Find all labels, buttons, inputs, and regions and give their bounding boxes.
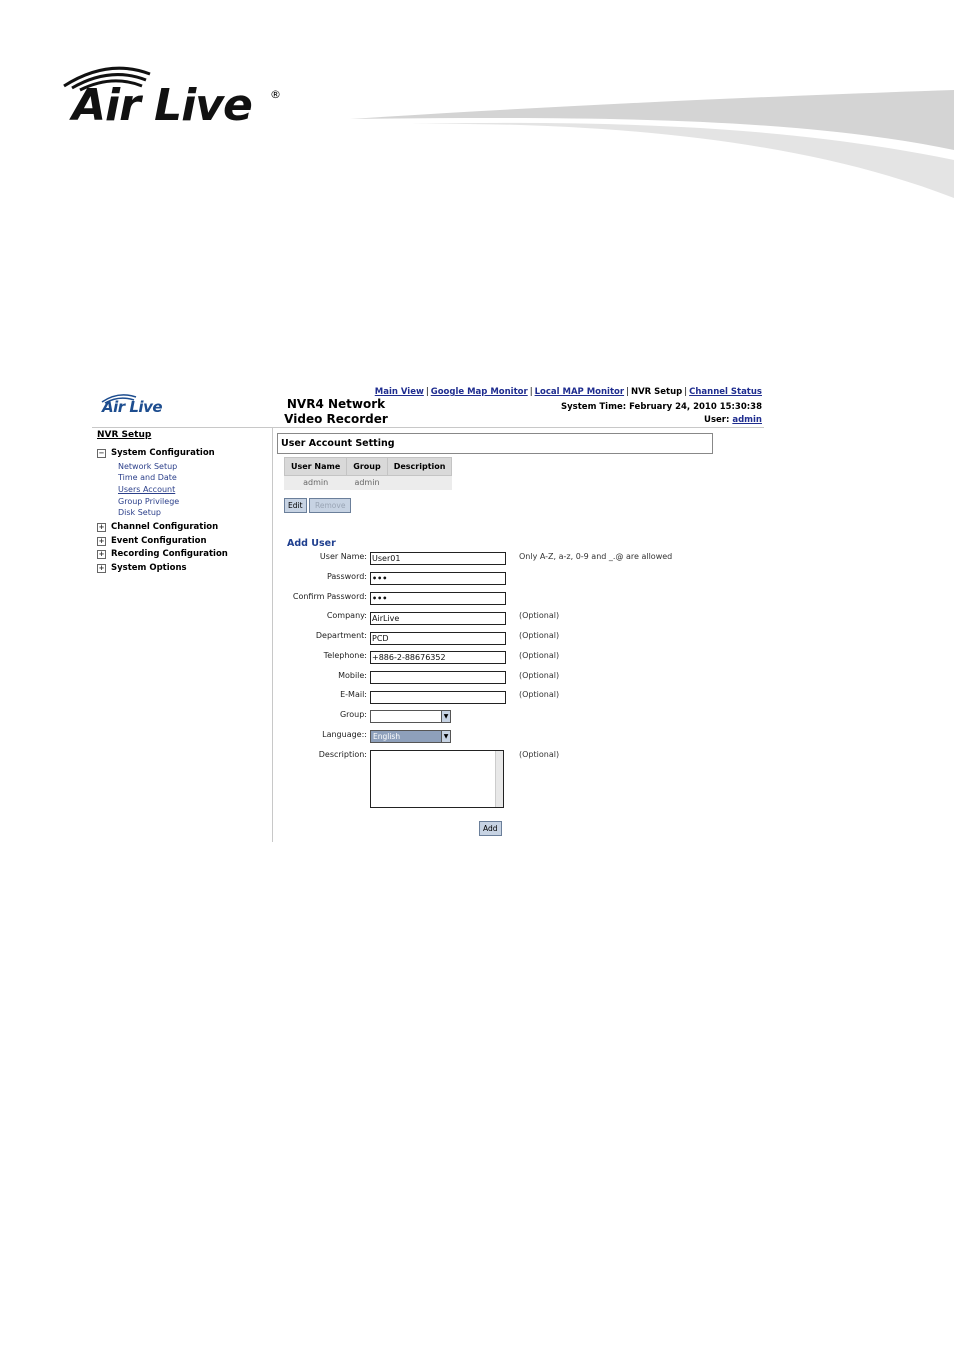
password-input[interactable]: ••• (370, 572, 506, 585)
nav-channel-status[interactable]: Channel Status (689, 387, 762, 397)
table-row[interactable]: admin admin (283, 475, 453, 490)
language-select[interactable]: English ▼ (370, 730, 451, 743)
add-button[interactable]: Add (479, 821, 502, 836)
confirm-password-input[interactable]: ••• (370, 592, 506, 605)
header-swoosh (350, 90, 954, 198)
description-optional-note: (Optional) (519, 750, 560, 759)
email-input[interactable] (370, 691, 506, 704)
confirm-password-label: Confirm Password: (292, 592, 367, 601)
col-group: Group (346, 457, 388, 476)
email-label: E-Mail: (340, 690, 367, 699)
sidebar-item-disk-setup[interactable]: Disk Setup (118, 508, 161, 517)
company-label: Company: (326, 611, 367, 620)
nvr-logo: Air Live (96, 390, 192, 420)
collapse-icon[interactable]: − (97, 448, 106, 458)
cell-description (386, 475, 453, 490)
system-time: System Time: February 24, 2010 15:30:38 (561, 402, 762, 412)
edit-button[interactable]: Edit (284, 498, 307, 513)
email-optional-note: (Optional) (519, 690, 560, 699)
sidebar-group-system-options[interactable]: + System Options (97, 563, 187, 573)
telephone-label: Telephone: (323, 651, 367, 660)
user-name-input[interactable]: User01 (370, 552, 506, 565)
mobile-label: Mobile: (338, 671, 367, 680)
department-optional-note: (Optional) (519, 631, 560, 640)
user-name-label: User Name: (319, 552, 367, 561)
registered-mark: ® (270, 88, 281, 101)
sidebar-item-group-privilege[interactable]: Group Privilege (118, 497, 179, 506)
top-nav: Main View | Google Map Monitor | Local MAP M… (374, 387, 762, 397)
sidebar-group-system-configuration[interactable]: − System Configuration (97, 448, 215, 458)
scrollbar[interactable] (495, 751, 503, 807)
sidebar-group-event-configuration[interactable]: + Event Configuration (97, 536, 207, 546)
col-description: Description (386, 457, 453, 476)
col-user-name: User Name (283, 457, 348, 476)
telephone-optional-note: (Optional) (519, 651, 560, 660)
sidebar-group-channel-configuration[interactable]: + Channel Configuration (97, 522, 218, 532)
telephone-input[interactable]: +886-2-88676352 (370, 651, 506, 664)
airlive-logo: Air Live ® (58, 62, 288, 132)
panel-title: User Account Setting (277, 433, 713, 454)
expand-icon[interactable]: + (97, 536, 106, 546)
user-name-hint: Only A-Z, a-z, 0-9 and _.@ are allowed (519, 552, 673, 561)
group-label: Group: (339, 710, 367, 719)
department-label: Department: (315, 631, 367, 640)
nav-main-view[interactable]: Main View (375, 387, 424, 397)
language-label: Language:: (322, 730, 367, 739)
nav-local-map-monitor[interactable]: Local MAP Monitor (535, 387, 625, 397)
nav-google-map-monitor[interactable]: Google Map Monitor (431, 387, 528, 397)
description-label: Description: (318, 750, 367, 759)
group-select[interactable]: ▼ (370, 710, 451, 723)
chevron-down-icon[interactable]: ▼ (441, 731, 450, 742)
expand-icon[interactable]: + (97, 522, 106, 532)
expand-icon[interactable]: + (97, 563, 106, 573)
nvr-logo-wordmark: Air Live (102, 398, 163, 416)
company-optional-note: (Optional) (519, 611, 560, 620)
company-input[interactable]: AirLive (370, 612, 506, 625)
remove-button[interactable]: Remove (309, 498, 352, 513)
user-table: User Name Group Description admin admin (283, 457, 453, 490)
current-user: User: admin (704, 415, 762, 425)
sidebar-item-time-and-date[interactable]: Time and Date (118, 473, 177, 482)
cell-group: admin (346, 475, 388, 490)
password-label: Password: (326, 572, 367, 581)
description-textarea[interactable] (370, 750, 504, 808)
mobile-input[interactable] (370, 671, 506, 684)
brand-wordmark: Air Live (72, 80, 253, 131)
nvr-screenshot: Air Live NVR4 Network Video Recorder Mai… (92, 384, 764, 842)
chevron-down-icon[interactable]: ▼ (441, 711, 450, 722)
mobile-optional-note: (Optional) (519, 671, 560, 680)
table-header-row: User Name Group Description (283, 457, 453, 476)
app-title: NVR4 Network Video Recorder (284, 397, 388, 426)
expand-icon[interactable]: + (97, 549, 106, 559)
add-user-title: Add User (287, 538, 336, 549)
current-user-link[interactable]: admin (732, 415, 762, 425)
cell-user-name: admin (283, 475, 348, 490)
department-input[interactable]: PCD (370, 632, 506, 645)
sidebar-item-users-account[interactable]: Users Account (118, 485, 175, 494)
nav-nvr-setup[interactable]: NVR Setup (631, 387, 682, 397)
sidebar-item-network-setup[interactable]: Network Setup (118, 462, 177, 471)
sidebar-title[interactable]: NVR Setup (97, 430, 151, 440)
